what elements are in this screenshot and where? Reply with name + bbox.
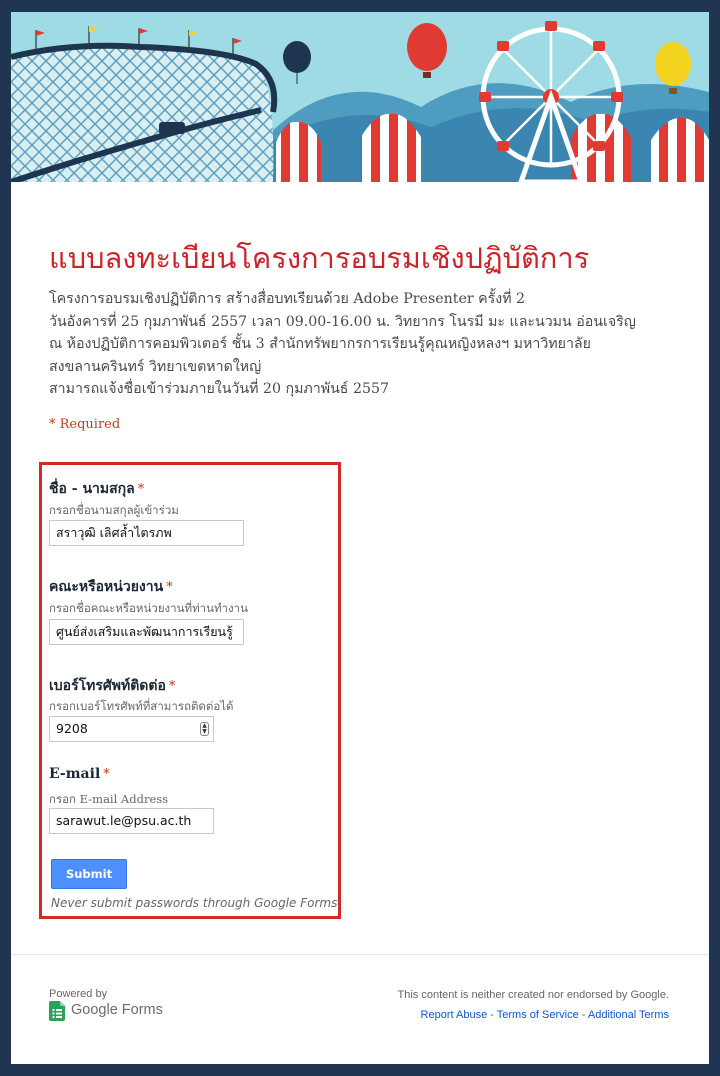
question-help-phone: กรอกเบอร์โทรศัพท์ที่สามารถติดต่อได้ bbox=[49, 699, 234, 713]
question-label: ชื่อ - นามสกุล bbox=[49, 481, 135, 497]
additional-terms-link[interactable]: Additional Terms bbox=[588, 1009, 669, 1021]
form-card: แบบลงทะเบียนโครงการอบรมเชิงปฏิบัติการ โค… bbox=[11, 12, 709, 1064]
email-field[interactable]: sarawut.le@psu.ac.th bbox=[49, 808, 214, 834]
form-description: โครงการอบรมเชิงปฏิบัติการ สร้างสื่อบทเรี… bbox=[49, 288, 689, 401]
google-forms-icon[interactable] bbox=[49, 1001, 65, 1021]
question-title-phone: เบอร์โทรศัพท์ติดต่อ * bbox=[49, 675, 175, 697]
header-banner bbox=[11, 12, 709, 182]
question-help-name: กรอกชื่อนามสกุลผู้เข้าร่วม bbox=[49, 503, 179, 517]
required-star: * bbox=[166, 580, 173, 595]
google-forms-brand[interactable]: Google Forms bbox=[71, 1002, 163, 1018]
question-help-email: กรอก E-mail Address bbox=[49, 792, 169, 806]
footer-links: Report Abuse - Terms of Service - Additi… bbox=[421, 1009, 669, 1021]
powered-by-label: Powered by bbox=[49, 988, 108, 1000]
name-field[interactable]: สราวุฒิ เลิศล้ำไตรภพ bbox=[49, 520, 244, 546]
footer-divider bbox=[11, 954, 709, 955]
department-field[interactable]: ศูนย์ส่งเสริมและพัฒนาการเรียนรู้ bbox=[49, 619, 244, 645]
description-line: สงขลานครินทร์ วิทยาเขตหาดใหญ่ bbox=[49, 358, 262, 375]
number-spinner-icon[interactable]: ▲ ▼ bbox=[200, 722, 209, 736]
disclaimer-text: This content is neither created nor endo… bbox=[397, 989, 670, 1001]
description-line: วันอังคารที่ 25 กุมภาพันธ์ 2557 เวลา 09.… bbox=[49, 313, 636, 330]
question-label: เบอร์โทรศัพท์ติดต่อ bbox=[49, 678, 166, 694]
question-help-department: กรอกชื่อคณะหรือหน่วยงานที่ท่านทำงาน bbox=[49, 601, 248, 615]
carnival-banner-illustration bbox=[11, 12, 709, 182]
question-title-department: คณะหรือหน่วยงาน * bbox=[49, 576, 173, 598]
link-separator: - bbox=[487, 1009, 497, 1021]
required-star: * bbox=[103, 767, 110, 782]
required-star: * bbox=[137, 482, 145, 497]
question-title-name: ชื่อ - นามสกุล * bbox=[49, 478, 144, 500]
description-line: ณ ห้องปฏิบัติการคอมพิวเตอร์ ชั้น 3 สำนัก… bbox=[49, 336, 591, 352]
question-title-email: E-mail * bbox=[49, 766, 110, 782]
required-note: * Required bbox=[49, 417, 121, 432]
form-title: แบบลงทะเบียนโครงการอบรมเชิงปฏิบัติการ bbox=[49, 241, 590, 275]
phone-field[interactable]: 9208 ▲ ▼ bbox=[49, 716, 214, 742]
description-line: สามารถแจ้งชื่อเข้าร่วมภายในวันที่ 20 กุม… bbox=[49, 381, 390, 397]
phone-value: 9208 bbox=[56, 721, 88, 736]
question-label: คณะหรือหน่วยงาน bbox=[49, 579, 164, 595]
submit-button[interactable]: Submit bbox=[51, 859, 127, 889]
terms-of-service-link[interactable]: Terms of Service bbox=[497, 1009, 579, 1021]
password-warning: Never submit passwords through Google Fo… bbox=[51, 896, 342, 910]
required-star: * bbox=[168, 679, 176, 694]
link-separator: - bbox=[578, 1009, 588, 1021]
question-label: E-mail bbox=[49, 766, 101, 782]
description-line: โครงการอบรมเชิงปฏิบัติการ สร้างสื่อบทเรี… bbox=[49, 291, 526, 307]
report-abuse-link[interactable]: Report Abuse bbox=[421, 1009, 488, 1021]
